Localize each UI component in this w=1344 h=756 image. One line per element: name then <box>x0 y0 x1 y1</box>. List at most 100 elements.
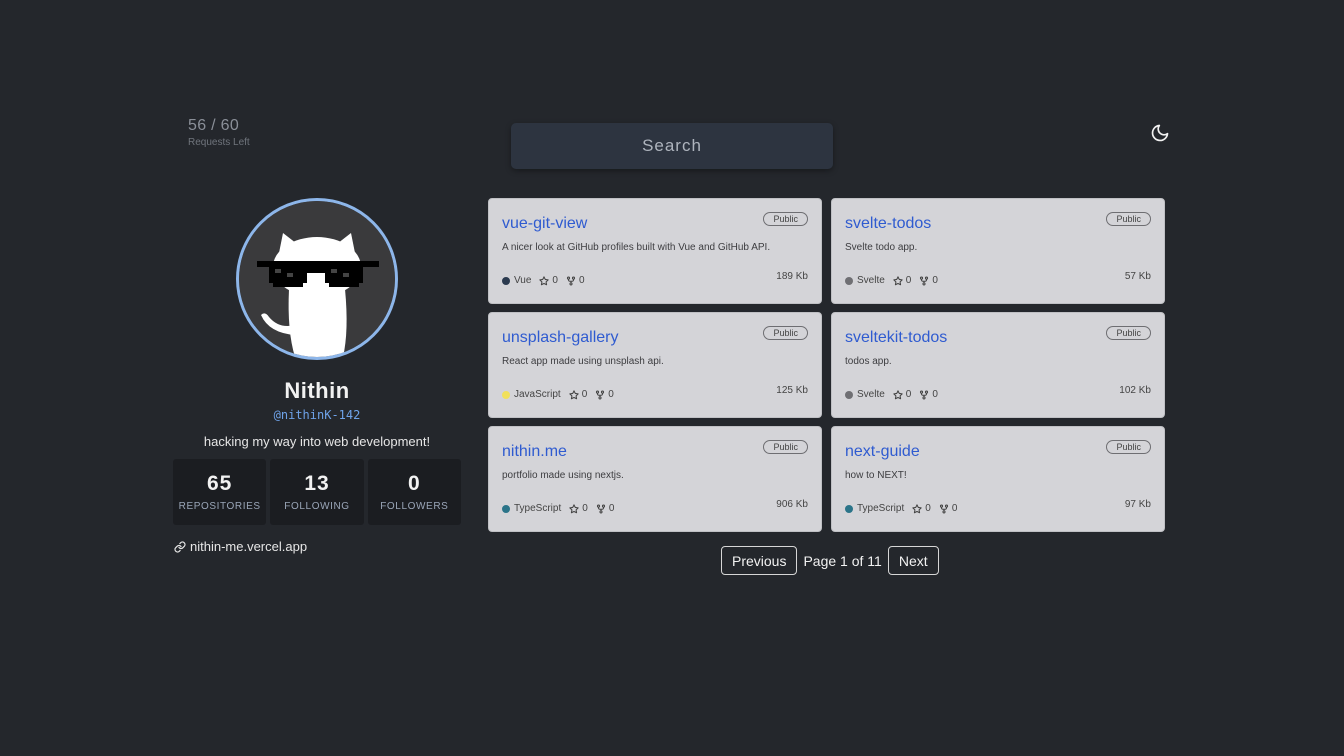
website-label: nithin-me.vercel.app <box>190 539 308 554</box>
repo-description: how to NEXT! <box>845 470 907 481</box>
fork-icon <box>596 390 605 399</box>
fork-icon <box>920 390 929 399</box>
profile-name: Nithin <box>284 378 350 403</box>
repo-meta: Vue 0 0 <box>502 275 585 286</box>
star-icon <box>912 503 922 513</box>
fork-count: 0 <box>608 503 615 514</box>
repo-language: JavaScript <box>514 389 561 400</box>
stat-value: 0 <box>407 472 421 495</box>
repo-description: A nicer look at GitHub profiles built wi… <box>502 242 771 253</box>
language-color-dot <box>845 390 853 399</box>
next-page-button[interactable]: Next <box>887 546 939 575</box>
visibility-badge: Public <box>763 326 808 340</box>
fork-count: 0 <box>608 389 614 400</box>
stat-label: REPOSITORIES <box>178 501 261 512</box>
repo-card[interactable]: next-guide Public how to NEXT! TypeScrip… <box>831 426 1165 532</box>
repo-language: TypeScript <box>514 503 562 514</box>
repo-name-link[interactable]: next-guide <box>845 443 920 461</box>
star-count: 0 <box>581 389 588 400</box>
profile-stats: 65 REPOSITORIES 13 FOLLOWING 0 FOLLOWERS <box>173 459 461 525</box>
repo-name-link[interactable]: vue-git-view <box>502 215 587 233</box>
fork-count: 0 <box>932 389 938 400</box>
repo-grid: vue-git-view Public A nicer look at GitH… <box>488 198 1165 532</box>
repo-language: Svelte <box>857 389 885 400</box>
star-count: 0 <box>925 503 931 514</box>
stat-value: 13 <box>304 472 330 495</box>
star-icon <box>893 389 903 399</box>
repo-language: Svelte <box>857 275 885 286</box>
repo-name-link[interactable]: svelte-todos <box>845 215 931 233</box>
repo-size: 906 Kb <box>776 499 808 510</box>
repo-size: 189 Kb <box>776 271 808 282</box>
website-link[interactable]: nithin-me.vercel.app <box>174 539 307 554</box>
repo-description: todos app. <box>845 356 892 367</box>
language-color-dot <box>502 504 510 513</box>
star-count: 0 <box>905 389 912 400</box>
star-icon <box>893 275 903 285</box>
stat-followers: 0 FOLLOWERS <box>367 459 461 525</box>
octocat-avatar-icon <box>239 201 395 357</box>
fork-count: 0 <box>951 503 958 514</box>
visibility-badge: Public <box>763 440 808 454</box>
repo-meta: JavaScript 0 0 <box>502 389 614 400</box>
fork-icon <box>596 504 605 513</box>
repo-meta: Svelte 0 0 <box>845 275 938 286</box>
moon-icon <box>1151 124 1169 142</box>
link-icon <box>174 540 186 553</box>
repo-description: React app made using unsplash api. <box>502 356 664 367</box>
repo-name-link[interactable]: sveltekit-todos <box>845 329 947 347</box>
fork-count: 0 <box>932 275 938 286</box>
language-color-dot <box>502 390 510 399</box>
repo-size: 102 Kb <box>1119 385 1151 396</box>
repo-card[interactable]: svelte-todos Public Svelte todo app. Sve… <box>831 198 1165 304</box>
repo-card[interactable]: vue-git-view Public A nicer look at GitH… <box>488 198 822 304</box>
visibility-badge: Public <box>1106 326 1151 340</box>
profile-handle[interactable]: @nithinK-142 <box>173 408 461 422</box>
repo-card[interactable]: unsplash-gallery Public React app made u… <box>488 312 822 418</box>
star-icon <box>539 275 550 285</box>
repo-meta: Svelte 0 0 <box>845 389 938 400</box>
fork-count: 0 <box>578 275 585 286</box>
stat-value: 65 <box>206 472 233 495</box>
repo-description: Svelte todo app. <box>845 242 918 253</box>
fork-icon <box>566 276 576 285</box>
rate-limit-label: Requests Left <box>188 137 250 148</box>
language-color-dot <box>845 276 853 285</box>
previous-page-button[interactable]: Previous <box>721 546 798 575</box>
rate-limit: 56 / 60 Requests Left <box>188 117 250 148</box>
star-count: 0 <box>582 503 588 514</box>
repo-size: 57 Kb <box>1124 271 1151 282</box>
avatar <box>236 198 398 360</box>
star-icon <box>569 503 579 513</box>
fork-icon <box>939 504 948 513</box>
language-color-dot <box>845 504 853 513</box>
repo-size: 125 Kb <box>776 385 808 396</box>
star-count: 0 <box>905 275 912 286</box>
repo-language: TypeScript <box>857 503 905 514</box>
visibility-badge: Public <box>763 212 808 226</box>
stat-label: FOLLOWERS <box>380 501 449 512</box>
visibility-badge: Public <box>1106 440 1151 454</box>
stat-repositories: 65 REPOSITORIES <box>173 459 267 525</box>
star-icon <box>569 389 579 399</box>
repo-meta: TypeScript 0 0 <box>502 503 614 514</box>
profile-bio: hacking my way into web development! <box>203 434 431 449</box>
repo-name-link[interactable]: nithin.me <box>502 443 567 461</box>
repo-card[interactable]: sveltekit-todos Public todos app. Svelte… <box>831 312 1165 418</box>
repo-meta: TypeScript 0 0 <box>845 503 957 514</box>
repo-description: portfolio made using nextjs. <box>502 470 624 481</box>
visibility-badge: Public <box>1106 212 1151 226</box>
repo-size: 97 Kb <box>1124 499 1151 510</box>
search-input[interactable] <box>511 123 833 169</box>
pagination: Previous Page 1 of 11 Next <box>721 546 939 575</box>
repo-name-link[interactable]: unsplash-gallery <box>502 329 619 347</box>
star-count: 0 <box>552 275 558 286</box>
rate-limit-count: 56 / 60 <box>188 117 240 134</box>
repo-language: Vue <box>514 275 532 286</box>
search-box[interactable] <box>511 123 833 169</box>
fork-icon <box>920 276 929 285</box>
stat-following: 13 FOLLOWING <box>270 459 364 525</box>
theme-toggle-button[interactable] <box>1150 123 1170 143</box>
repo-card[interactable]: nithin.me Public portfolio made using ne… <box>488 426 822 532</box>
language-color-dot <box>502 276 510 285</box>
